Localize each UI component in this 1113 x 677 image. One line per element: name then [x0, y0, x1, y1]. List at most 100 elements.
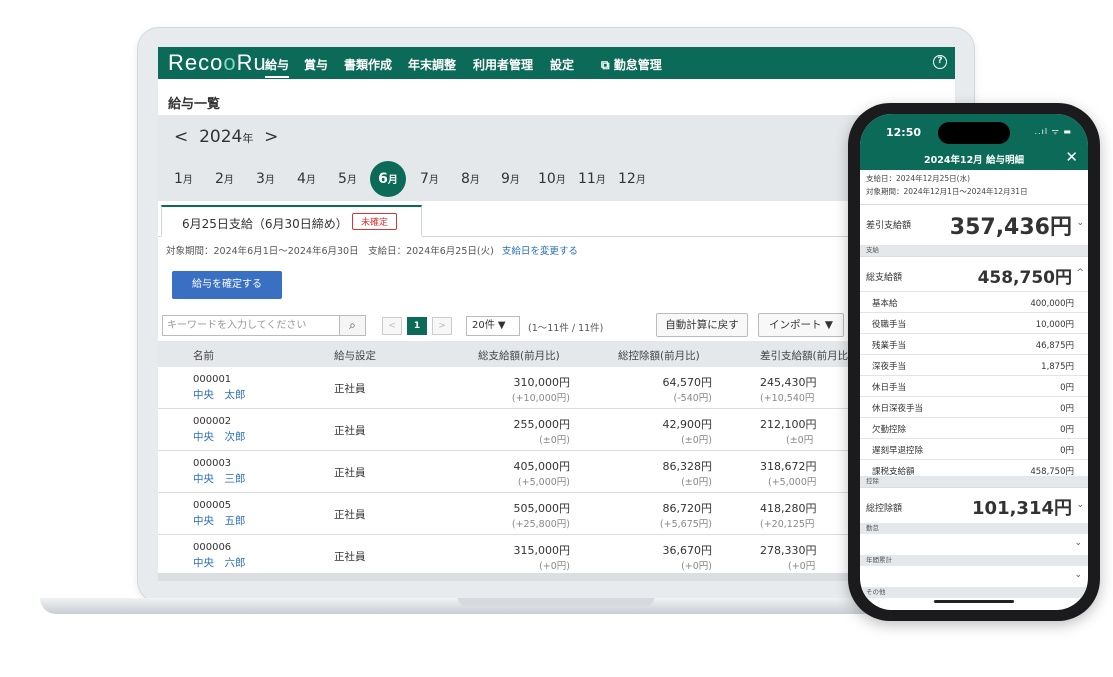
deduct-diff: (-540円) — [673, 393, 712, 404]
per-page-select[interactable]: 20件 ▼ — [466, 316, 520, 336]
salary-setting: 正社員 — [334, 467, 366, 479]
salary-setting: 正社員 — [334, 383, 366, 395]
result-count: (1〜11件 / 11件) — [528, 323, 604, 334]
month-8[interactable]: 8月 — [461, 163, 480, 195]
table-row[interactable]: 000003 中央 三郎 正社員 405,000円 (+5,000円) 86,3… — [158, 451, 955, 493]
attendance-row[interactable]: ⌄ — [860, 534, 1088, 554]
deduct-amount: 42,900円 — [662, 418, 713, 431]
chevron-up-icon[interactable]: ^ — [1076, 268, 1084, 278]
table-row[interactable]: 000002 中央 次郎 正社員 255,000円 (±0円) 42,900円 … — [158, 409, 955, 451]
laptop-notch — [458, 598, 654, 606]
nav-item-bonus[interactable]: 賞与 — [304, 56, 328, 73]
month-1[interactable]: 1月 — [174, 163, 193, 195]
deduct-total-row[interactable]: 総控除額 101,314円 ⌄ — [860, 487, 1088, 523]
pay-item: 役職手当 10,000円 — [860, 312, 1088, 333]
chevron-down-icon[interactable]: ⌄ — [1074, 538, 1082, 548]
year-next-button[interactable]: > — [264, 127, 278, 147]
external-link-icon: ⧉ — [601, 58, 610, 72]
search-icon[interactable]: ⌕ — [339, 316, 365, 335]
page-next-button[interactable]: > — [432, 317, 452, 335]
month-2[interactable]: 2月 — [215, 163, 234, 195]
nav-item-salary[interactable]: 給与 — [265, 56, 290, 78]
employee-code: 000001 — [193, 374, 232, 385]
month-12[interactable]: 12月 — [618, 163, 646, 195]
chevron-down-icon[interactable]: ⌄ — [1074, 570, 1082, 580]
month-3[interactable]: 3月 — [256, 163, 275, 195]
header-name[interactable]: 名前 — [193, 348, 214, 363]
search-input[interactable]: キーワードを入力してください ⌕ — [162, 315, 366, 336]
recoru-logo[interactable]: RecooRu — [168, 50, 267, 76]
tab-payday[interactable]: 6月25日支給（6月30日締め） 未確定 — [161, 205, 422, 237]
year-month-selector: < 2024年 > 1月 2月 3月 4月 5月 6月 7月 8月 9月 10月… — [158, 115, 955, 201]
month-6-active[interactable]: 6月 — [370, 161, 406, 197]
deduct-amount: 86,328円 — [662, 460, 713, 473]
section-deduct: 控除 — [860, 476, 1088, 487]
month-7[interactable]: 7月 — [420, 163, 439, 195]
chevron-down-icon[interactable]: ⌄ — [1076, 500, 1084, 510]
employee-code: 000002 — [193, 416, 232, 427]
gross-amount: 505,000円 — [513, 502, 571, 515]
salary-setting: 正社員 — [334, 551, 366, 563]
nav-item-attendance[interactable]: ⧉ 勤怠管理 — [601, 56, 662, 73]
close-icon[interactable]: ✕ — [1065, 148, 1078, 166]
period-info: 対象期間：2024年6月1日〜2024年6月30日 支給日：2024年6月25日… — [166, 246, 578, 257]
chevron-down-icon[interactable]: ⌄ — [1076, 218, 1084, 228]
nav-item-year-end[interactable]: 年末調整 — [408, 56, 456, 73]
employee-name-link[interactable]: 中央 次郎 — [193, 429, 246, 444]
header-deduct[interactable]: 総控除額(前月比) — [618, 348, 700, 363]
import-button[interactable]: インポート ▼ — [758, 313, 844, 337]
help-icon[interactable]: ? — [933, 55, 947, 69]
tab-label: 6月25日支給（6月30日締め） — [182, 217, 348, 231]
change-payday-link[interactable]: 支給日を変更する — [502, 246, 578, 257]
year-prev-button[interactable]: < — [174, 127, 188, 147]
gross-pay-row[interactable]: 総支給額 458,750円 ^ — [860, 256, 1088, 290]
month-9[interactable]: 9月 — [501, 163, 520, 195]
net-diff: (+0円 — [788, 561, 816, 572]
net-pay-value: 357,436円 — [949, 215, 1072, 240]
pay-item: 残業手当 46,875円 — [860, 333, 1088, 354]
deduct-diff: (+0円) — [681, 561, 712, 572]
gross-diff: (±0円) — [539, 435, 570, 446]
confirm-salary-button[interactable]: 給与を確定する — [172, 271, 282, 299]
table-row[interactable]: 000001 中央 太郎 正社員 310,000円 (+10,000円) 64,… — [158, 367, 955, 409]
net-pay-row[interactable]: 差引支給額 357,436円 ⌄ — [860, 204, 1088, 242]
table-header: 名前 給与設定 総支給額(前月比) 総控除額(前月比) 差引支給額(前月比 — [158, 341, 955, 367]
reset-auto-calc-button[interactable]: 自動計算に戻す — [656, 313, 748, 337]
header-net[interactable]: 差引支給額(前月比 — [760, 348, 848, 363]
year-label: 2024 — [199, 127, 243, 147]
header-gross[interactable]: 総支給額(前月比) — [478, 348, 560, 363]
nav-item-user-management[interactable]: 利用者管理 — [473, 56, 533, 73]
header-setting[interactable]: 給与設定 — [334, 348, 376, 363]
month-5[interactable]: 5月 — [338, 163, 357, 195]
gross-amount: 255,000円 — [513, 418, 571, 431]
month-11[interactable]: 11月 — [578, 163, 606, 195]
nav-item-settings[interactable]: 設定 — [550, 56, 574, 73]
section-attendance: 勤怠 — [860, 523, 1088, 534]
annual-row[interactable]: ⌄ — [860, 566, 1088, 586]
page-prev-button[interactable]: < — [382, 317, 402, 335]
pay-date: 支給日：2024年12月25日(水) — [866, 174, 971, 183]
employee-name-link[interactable]: 中央 五郎 — [193, 513, 246, 528]
gross-diff: (+0円) — [539, 561, 570, 572]
month-4[interactable]: 4月 — [297, 163, 316, 195]
phone-screen: 12:50 ..ıl ᯤ ▬ 2024年12月 給与明細 ✕ 支給日：2024年… — [860, 114, 1088, 610]
employee-name-link[interactable]: 中央 太郎 — [193, 387, 246, 402]
employee-name-link[interactable]: 中央 六郎 — [193, 555, 246, 570]
signal-battery-icon: ..ıl ᯤ ▬ — [1034, 127, 1072, 136]
table-row[interactable]: 000005 中央 五郎 正社員 505,000円 (+25,800円) 86,… — [158, 493, 955, 535]
net-amount: 245,430円 — [760, 376, 817, 389]
deduct-diff: (+5,675円) — [659, 519, 712, 530]
month-10[interactable]: 10月 — [538, 163, 566, 195]
payslip-title: 2024年12月 給与明細 — [924, 155, 1024, 166]
nav-item-documents[interactable]: 書類作成 — [344, 56, 392, 73]
phone-header: 12:50 ..ıl ᯤ ▬ 2024年12月 給与明細 ✕ — [860, 114, 1088, 170]
page-1-button[interactable]: 1 — [407, 317, 427, 335]
pay-item: 休日手当 0円 — [860, 375, 1088, 396]
pay-item: 休日深夜手当 0円 — [860, 396, 1088, 417]
employee-code: 000003 — [193, 458, 232, 469]
page-title: 給与一覧 — [168, 97, 221, 112]
deduct-amount: 64,570円 — [662, 376, 713, 389]
net-diff: (+20,125円 — [760, 519, 815, 530]
employee-name-link[interactable]: 中央 三郎 — [193, 471, 246, 486]
table-row[interactable]: 000006 中央 六郎 正社員 315,000円 (+0円) 36,670円 … — [158, 535, 955, 575]
